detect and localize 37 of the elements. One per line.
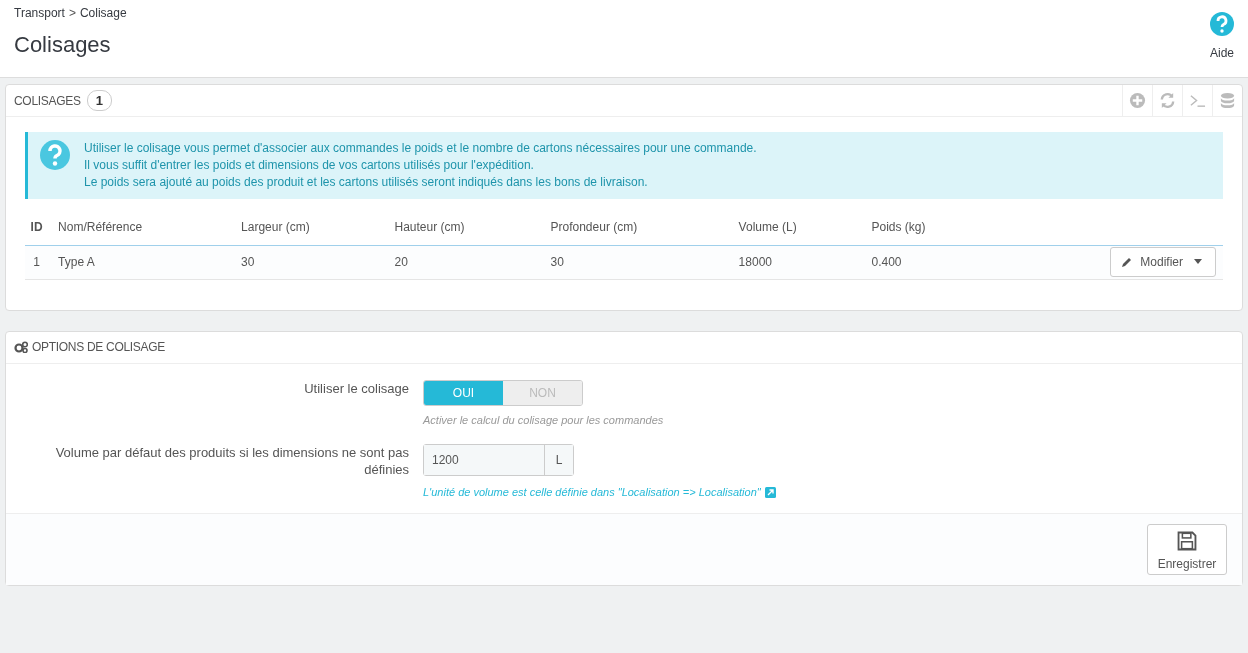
caret-icon [1191,258,1205,266]
table-cell: 18000 [728,245,862,279]
column-header: Hauteur (cm) [384,209,541,245]
column-header: ID [25,209,49,245]
table-cell: 30 [540,245,729,279]
column-header: Nom/Référence [48,209,232,245]
help-icon [1210,12,1234,36]
table-cell: Type A [48,245,232,279]
panel-title: COLISAGES [14,92,81,110]
info-text: Le poids sera ajouté au poids des produit et les cartons utilisés seront indiqués dans les bons de livraison. [84,174,649,191]
breadcrumb-link[interactable]: Transport [14,4,65,22]
column-header: Largeur (cm) [231,209,385,245]
help-text: Activer le calcul du colisage pour les commandes [423,412,664,428]
gears-icon [14,341,28,353]
table-cell: 30 [231,245,385,279]
panel-title: OPTIONS DE COLISAGE [32,339,165,356]
column-header: Volume (L) [728,209,862,245]
info-text: Il vous suffit d'entrer les poids et dimensions de vos cartons utilisés pour l'expédition. [84,157,535,174]
table-cell: 0.400 [861,245,987,279]
count-badge: 1 [86,89,112,112]
breadcrumb-link[interactable]: Colisage [79,4,127,22]
pencil-icon [1121,256,1133,268]
page-title: Colisages [14,31,112,59]
table-cell: 1 [25,245,49,279]
external-link-icon [764,486,776,498]
table-cell: 20 [384,245,541,279]
edit-button[interactable]: Modifier [1110,247,1216,277]
help-icon [40,140,70,170]
volume-input-field[interactable]: 1200 L [423,444,574,476]
info-text: Utiliser le colisage vous permet d'associer aux commandes le poids et le nombre de cartons nécessaires pour une commande. [84,140,757,157]
field-label: Volume par défaut des produits si les dimensions ne sont pas définies [54,444,410,479]
column-header: Poids (kg) [861,209,987,245]
breadcrumb-separator: > [68,5,76,22]
help-button[interactable]: Aide [1209,4,1234,77]
column-header: Profondeur (cm) [540,209,729,245]
field-label: Utiliser le colisage [303,379,410,398]
save-button[interactable]: Enregistrer [1147,524,1227,575]
